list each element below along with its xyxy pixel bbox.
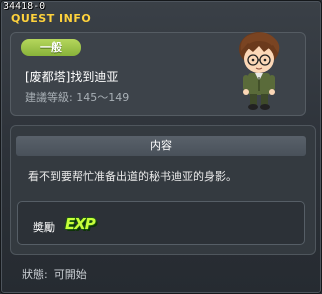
quest-info-window: 34418-0 QUEST INFO 一般 [废都塔]找到迪亚 建議等級: 14… [0, 0, 322, 294]
title-bar[interactable]: 34418-0 QUEST INFO [1, 1, 322, 27]
quest-name: [废都塔]找到迪亚 [25, 70, 119, 84]
quest-description: 看不到要帮忙准备出道的秘书迪亚的身影。 [28, 170, 237, 183]
reward-label: 奬勵 [33, 221, 55, 234]
quest-status: 狀態: 可開始 [22, 266, 87, 282]
status-label: 狀態: [22, 268, 48, 281]
status-value: 可開始 [53, 268, 87, 281]
recommended-level: 建議等級: 145～149 [25, 89, 129, 105]
quest-id: 34418-0 [3, 1, 46, 12]
level-range: 145～149 [76, 91, 130, 104]
character-portrait-icon [239, 32, 280, 110]
window-title: QUEST INFO [11, 12, 92, 25]
reward-panel [17, 201, 305, 245]
category-badge: 一般 [21, 39, 81, 56]
exp-icon[interactable]: EXP [65, 215, 96, 233]
level-label: 建議等級: [25, 91, 73, 104]
content-section-title: 内容 [16, 136, 306, 156]
